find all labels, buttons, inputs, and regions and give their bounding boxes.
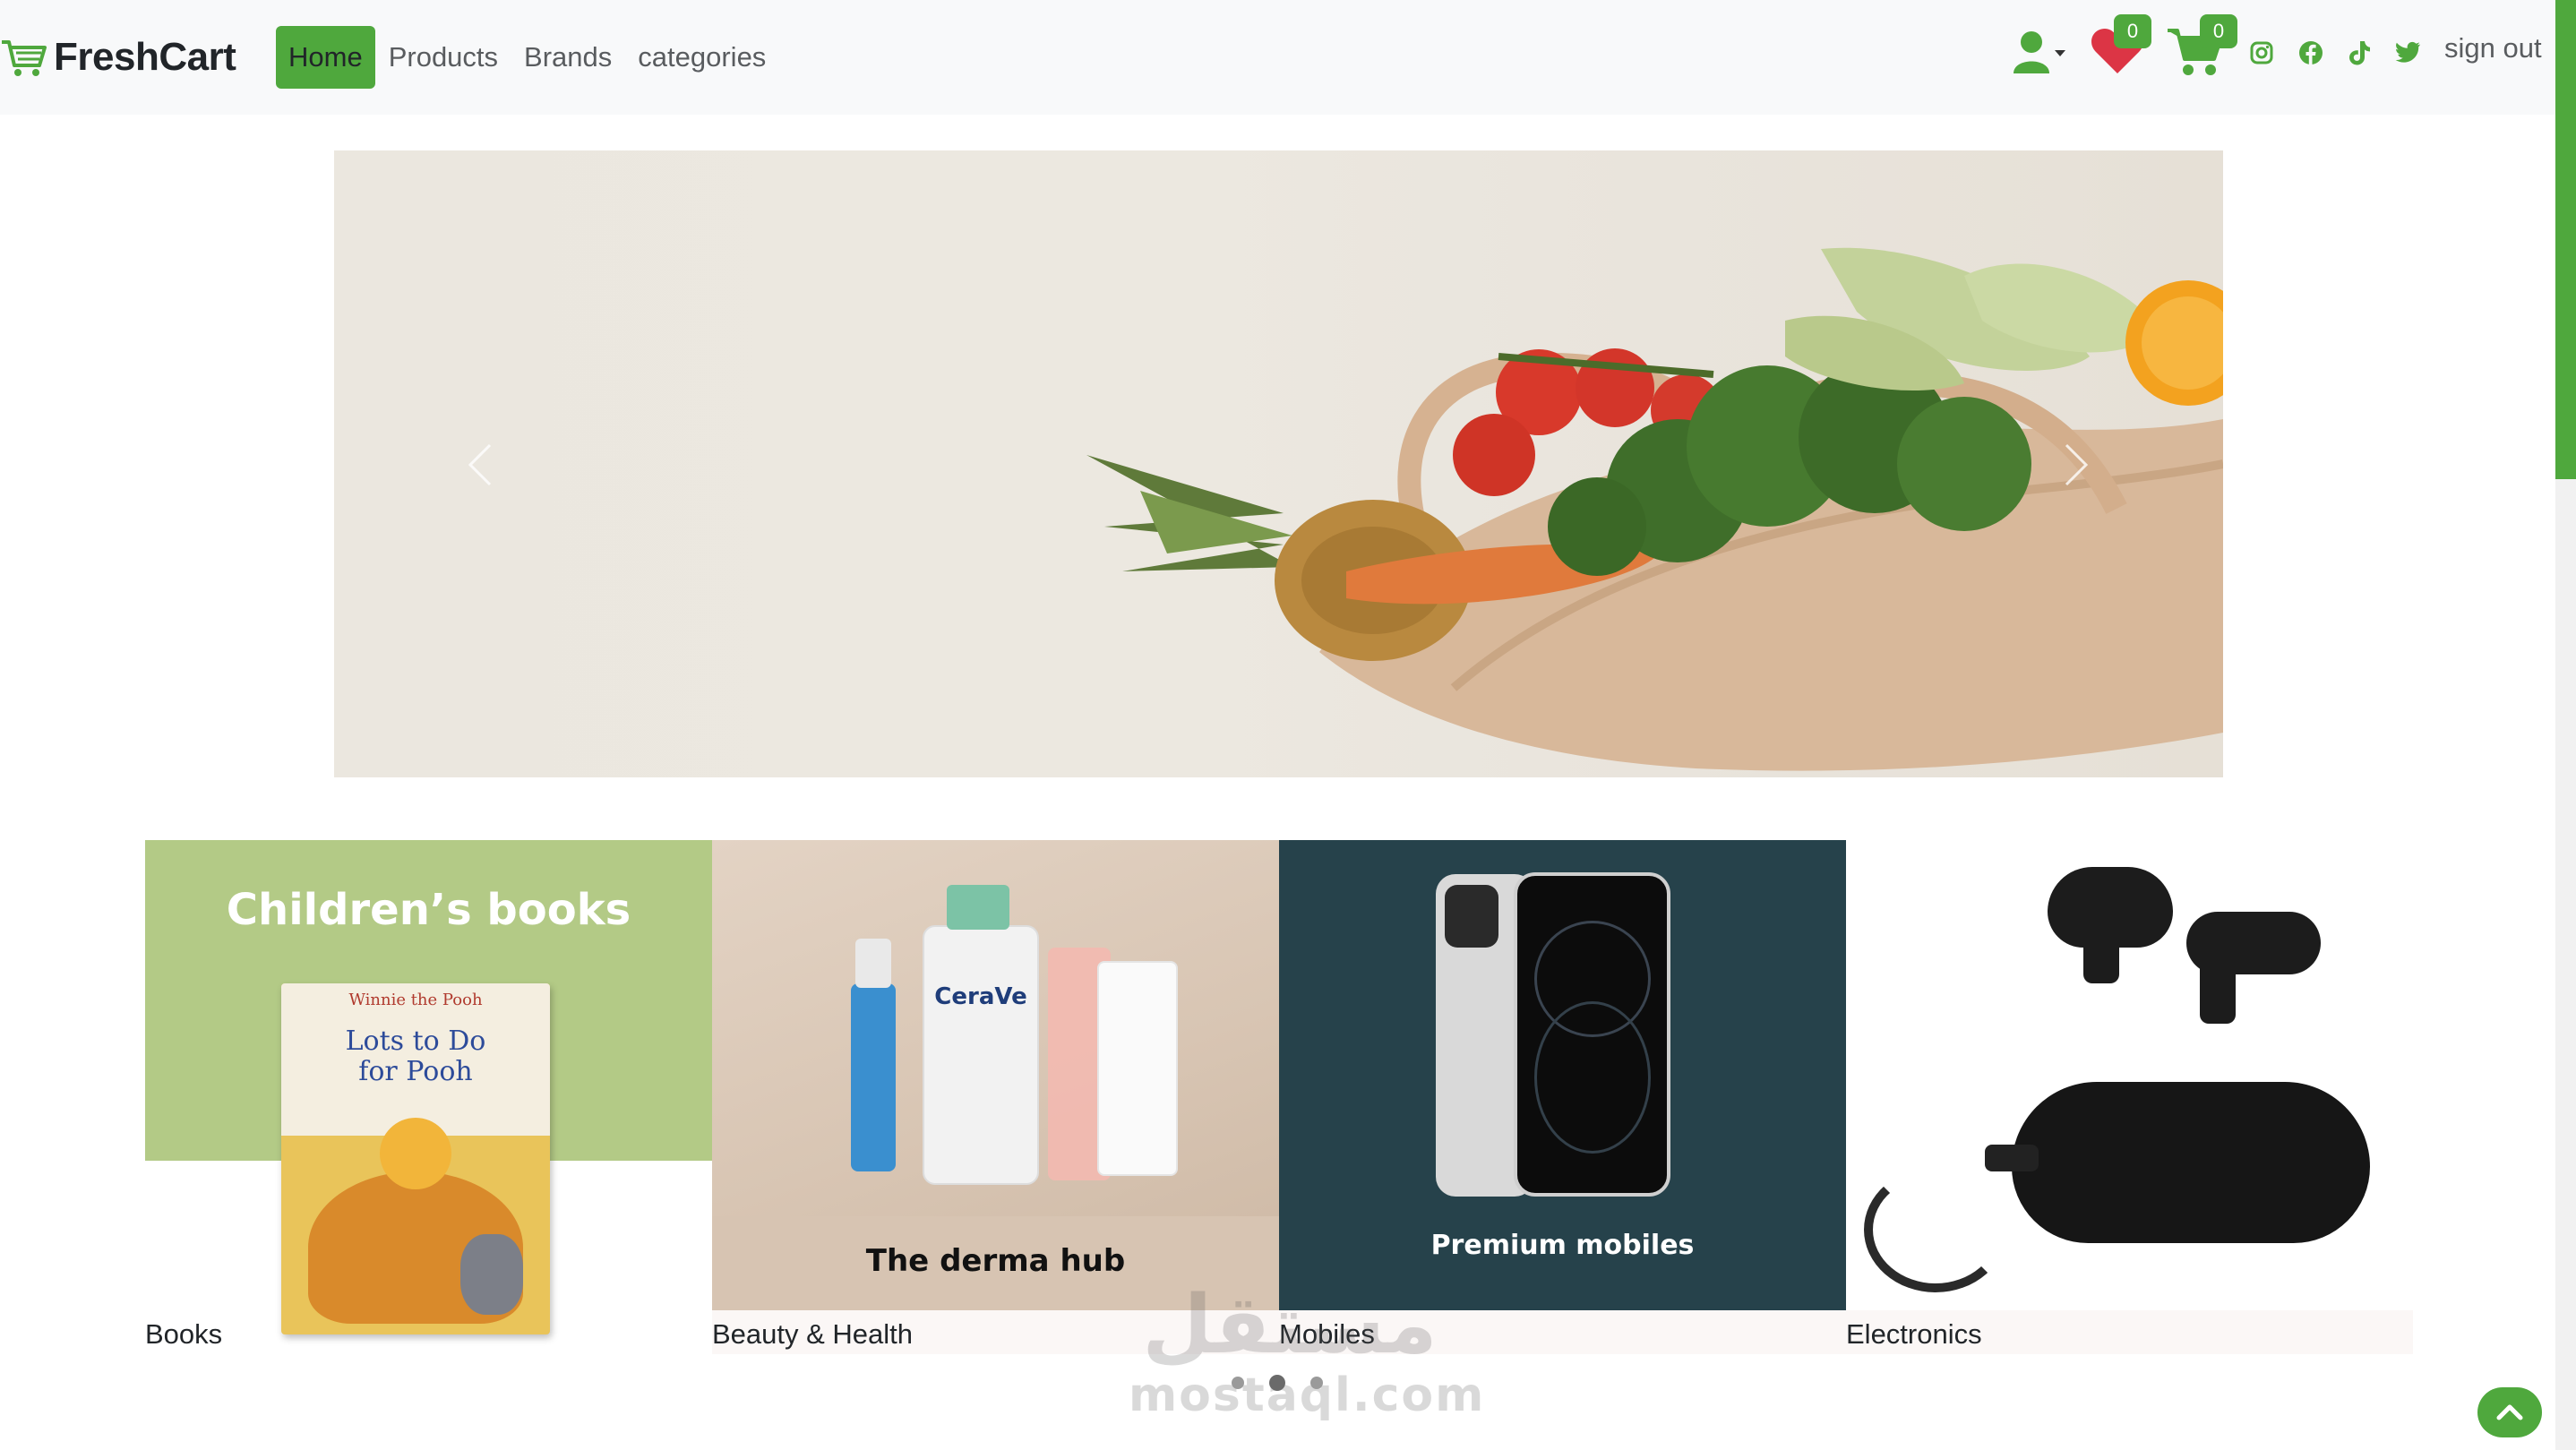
instagram-icon[interactable] [2250, 41, 2273, 64]
tiktok-icon[interactable] [2348, 39, 2371, 66]
category-image-mobiles: Premium mobiles [1279, 840, 1846, 1310]
hero-slider [334, 150, 2223, 777]
facebook-icon[interactable] [2298, 40, 2323, 65]
category-image-beauty-health: CeraVe The derma hub [712, 840, 1279, 1310]
nav-categories[interactable]: categories [625, 26, 778, 89]
slider-dot[interactable] [1310, 1377, 1323, 1389]
user-menu-toggle[interactable] [2012, 30, 2071, 75]
signout-link[interactable]: sign out [2444, 32, 2542, 64]
chevron-up-icon [2496, 1404, 2523, 1420]
wishlist-button[interactable]: 0 [2091, 14, 2151, 79]
category-card-mobiles[interactable]: Premium mobiles Mobiles [1279, 840, 1846, 1354]
book-series: Winnie the Pooh [348, 991, 483, 1009]
cart-button[interactable]: 0 [2168, 14, 2239, 79]
derma-banner-text: The derma hub [865, 1243, 1126, 1279]
watermark-arabic: مستقل [1142, 1278, 1438, 1372]
slider-dot[interactable] [1232, 1377, 1244, 1389]
brand-name: FreshCart [54, 35, 236, 79]
books-banner-text: Children’s books [226, 885, 631, 935]
page-scrollbar[interactable] [2555, 0, 2576, 1450]
category-image-electronics [1846, 840, 2413, 1310]
nav-home[interactable]: Home [276, 26, 375, 89]
user-icon [2014, 31, 2065, 73]
cart-icon [2, 40, 47, 76]
brand[interactable]: FreshCart [0, 32, 236, 82]
category-label-books[interactable]: Books [145, 1310, 712, 1354]
watermark: مستقل mostaql.com [1129, 1278, 1483, 1424]
cart-count-badge: 0 [2200, 14, 2237, 48]
book-title-line1: Lots to Do [345, 1025, 486, 1057]
scrollbar-thumb[interactable] [2555, 0, 2576, 479]
chevron-left-icon[interactable] [467, 442, 494, 488]
category-card-beauty-health[interactable]: CeraVe The derma hub Beauty & Health [712, 840, 1279, 1354]
book-title-line2: for Pooh [358, 1056, 473, 1087]
nav-products[interactable]: Products [376, 26, 511, 89]
back-to-top-button[interactable] [2477, 1387, 2542, 1437]
cerave-logo-text: CeraVe [934, 983, 1027, 1010]
navbar: FreshCart Home Products Brands categorie… [0, 0, 2555, 115]
category-slider: Children’s books Winnie the Pooh Lots to… [145, 840, 2413, 1354]
book-cover: Winnie the Pooh Lots to Do for Pooh [281, 983, 550, 1334]
category-image-books: Children’s books Winnie the Pooh Lots to… [145, 840, 712, 1334]
category-card-books[interactable]: Children’s books Winnie the Pooh Lots to… [145, 840, 712, 1354]
mobiles-banner-text: Premium mobiles [1430, 1230, 1695, 1261]
twitter-icon[interactable] [2394, 41, 2421, 64]
nav-links: Home Products Brands categories [276, 26, 779, 89]
slider-dot-active[interactable] [1269, 1375, 1285, 1391]
category-card-electronics[interactable]: Electronics [1846, 840, 2413, 1354]
category-slider-dots [1232, 1375, 1323, 1391]
chevron-right-icon[interactable] [2063, 442, 2090, 488]
category-label-electronics[interactable]: Electronics [1846, 1310, 2413, 1354]
nav-brands[interactable]: Brands [511, 26, 624, 89]
hero-image [1086, 247, 2223, 771]
wishlist-count-badge: 0 [2114, 14, 2151, 48]
